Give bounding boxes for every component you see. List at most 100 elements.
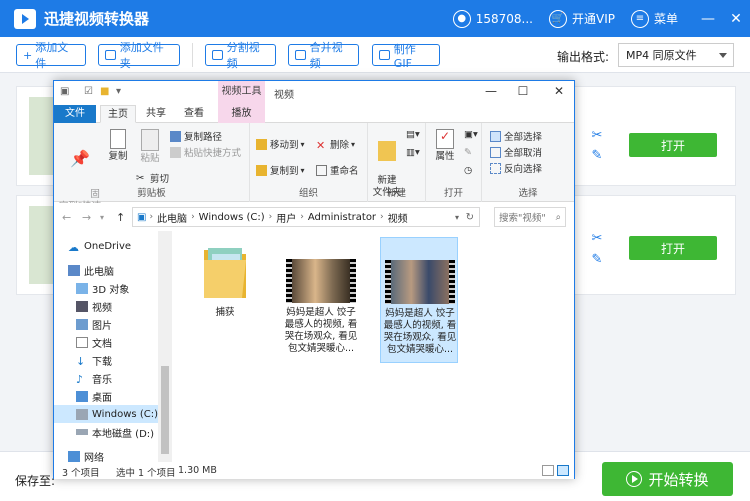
output-format-select[interactable]: MP4 同原文件 (618, 43, 734, 67)
video-file-item-selected[interactable]: 妈妈是超人 饺子最感人的视频, 看哭在场观众, 看见包文婧哭暖心... (380, 237, 458, 363)
properties-button[interactable]: ✓ 属性 (430, 129, 460, 163)
forward-arrow-icon[interactable]: → (82, 211, 91, 224)
folder-item[interactable]: 捕获 (186, 237, 264, 363)
nav-label: 文档 (92, 338, 112, 350)
breadcrumb-item[interactable]: 视频 (388, 210, 408, 225)
edit-icon[interactable]: ✎ (464, 147, 472, 158)
new-group: 新建 文件夹 ▤▾ ▥▾ 新建 (368, 123, 426, 202)
tab-file[interactable]: 文件 (54, 105, 96, 123)
edit-icon[interactable]: ✎ (589, 148, 605, 164)
delete-icon: ✕ (316, 138, 326, 152)
breadcrumb-item[interactable]: Windows (C:) (199, 212, 265, 223)
paste-shortcut-icon (170, 146, 181, 158)
music-icon: ♪ (76, 372, 84, 386)
new-folder-quick-icon[interactable]: ■ (100, 86, 109, 97)
thumbnail-image (391, 260, 449, 304)
tab-share[interactable]: 共享 (140, 105, 172, 123)
open-button[interactable]: 打开 (629, 133, 717, 157)
scissors-icon[interactable]: ✂ (589, 231, 605, 247)
open-icon[interactable]: ▣▾ (464, 129, 478, 140)
address-box[interactable]: ▣ › 此电脑 › Windows (C:) › 用户 › Administra… (132, 207, 480, 227)
nav-item-windows-c[interactable]: Windows (C:) (54, 405, 158, 423)
select-all-button[interactable]: 全部选择 (490, 129, 542, 143)
history-icon[interactable]: ◷ (464, 165, 472, 176)
explorer-app-icon: ▣ (60, 86, 70, 97)
copy-button[interactable]: 复制 (104, 129, 132, 163)
nav-scrollbar[interactable] (158, 231, 172, 462)
copy-path-button[interactable]: 复制路径 (170, 129, 222, 143)
search-input[interactable]: 搜索"视频" ⌕ (494, 207, 566, 227)
minimize-button[interactable]: — (694, 11, 722, 27)
scissors-icon[interactable]: ✂ (589, 128, 605, 144)
explorer-close-button[interactable]: ✕ (544, 84, 574, 98)
ribbon-tabs: 文件 主页 共享 查看 播放 (54, 105, 574, 123)
address-dropdown-icon[interactable]: ▾ (455, 213, 459, 222)
open-button[interactable]: 打开 (629, 236, 717, 260)
copy-to-button[interactable]: 复制到 ▾ (256, 163, 305, 177)
split-video-button[interactable]: 分割视频 (205, 41, 276, 70)
add-folder-button[interactable]: 添加文件夹 (98, 41, 180, 70)
cube-icon (76, 282, 88, 294)
rename-icon (316, 164, 327, 176)
nav-item-this-pc[interactable]: 此电脑 (68, 261, 172, 279)
split-icon (212, 50, 223, 60)
paste-button[interactable]: 粘贴 (136, 129, 164, 165)
breadcrumb-item[interactable]: 此电脑 (157, 210, 187, 225)
nav-label: 桌面 (92, 392, 112, 404)
film-strip (449, 260, 455, 304)
quick-access-dropdown-icon[interactable]: ▾ (116, 86, 121, 97)
paste-shortcut-label: 粘贴快捷方式 (184, 148, 242, 159)
copy-icon (110, 129, 126, 149)
close-button[interactable]: ✕ (722, 11, 750, 27)
refresh-icon[interactable]: ↻ (466, 212, 474, 223)
copy-path-label: 复制路径 (184, 132, 223, 143)
edit-icon[interactable]: ✎ (589, 252, 605, 268)
rename-button[interactable]: 重命名 (316, 163, 359, 177)
output-format-value: MP4 同原文件 (626, 49, 697, 62)
move-to-button[interactable]: 移动到 ▾ (256, 137, 305, 151)
user-account[interactable]: ● 158708... (452, 9, 533, 28)
recent-chevron-icon[interactable]: ▾ (100, 213, 104, 222)
video-thumbnail (286, 259, 356, 303)
breadcrumb-item[interactable]: Administrator (308, 212, 376, 223)
video-file-item[interactable]: 妈妈是超人 饺子最感人的视频, 看哭在场观众, 看见包文婧哭暖心... (282, 237, 360, 363)
file-name: 妈妈是超人 饺子最感人的视频, 看哭在场观众, 看见包文婧哭暖心... (383, 308, 457, 355)
vip-label: 开通VIP (571, 12, 615, 26)
cut-button[interactable]: ✂ 剪切 (136, 171, 169, 186)
tab-view[interactable]: 查看 (178, 105, 210, 123)
titlebar-right: ● 158708... 🛒 开通VIP ≡ 菜单 — ✕ (452, 0, 750, 37)
invert-selection-button[interactable]: 反向选择 (490, 161, 542, 175)
chevron-right-icon: › (300, 212, 304, 222)
details-view-icon[interactable] (542, 465, 554, 476)
delete-button[interactable]: ✕ 删除 ▾ (316, 137, 355, 152)
clipboard-group: 📌 固定到"快速访问" 复制 粘贴 复制路径 粘贴快捷方式 (54, 123, 250, 224)
add-file-button[interactable]: + 添加文件 (16, 41, 86, 70)
tab-play[interactable]: 播放 (218, 105, 265, 123)
start-convert-button[interactable]: 开始转换 (602, 462, 733, 496)
select-none-button[interactable]: 全部取消 (490, 145, 542, 159)
film-icon (76, 300, 88, 312)
large-icons-view-icon[interactable] (557, 465, 569, 476)
properties-quick-icon[interactable]: ☑ (84, 86, 93, 97)
back-arrow-icon[interactable]: ← (62, 211, 71, 224)
breadcrumb-item[interactable]: 用户 (276, 210, 296, 225)
nav-scrollbar-thumb[interactable] (161, 366, 169, 454)
tab-home[interactable]: 主页 (100, 105, 136, 123)
video-thumbnail (385, 260, 455, 304)
new-item-icon[interactable]: ▤▾ (406, 129, 420, 140)
nav-label: 此电脑 (84, 266, 114, 278)
easy-access-icon[interactable]: ▥▾ (406, 147, 420, 158)
menu-button[interactable]: ≡ 菜单 (630, 9, 678, 28)
nav-label: OneDrive (84, 240, 132, 252)
explorer-maximize-button[interactable]: ☐ (508, 84, 538, 98)
select-none-icon (490, 146, 501, 158)
vip-button[interactable]: 🛒 开通VIP (548, 9, 615, 28)
up-arrow-icon[interactable]: ↑ (116, 211, 125, 224)
paste-shortcut-button[interactable]: 粘贴快捷方式 (170, 145, 241, 159)
merge-video-button[interactable]: 合并视频 (288, 41, 359, 70)
make-gif-button[interactable]: 制作GIF (372, 43, 440, 70)
explorer-minimize-button[interactable]: — (476, 84, 506, 98)
move-to-icon (256, 138, 267, 150)
invert-selection-label: 反向选择 (504, 164, 543, 175)
nav-item-onedrive[interactable]: ☁ OneDrive (68, 237, 172, 255)
